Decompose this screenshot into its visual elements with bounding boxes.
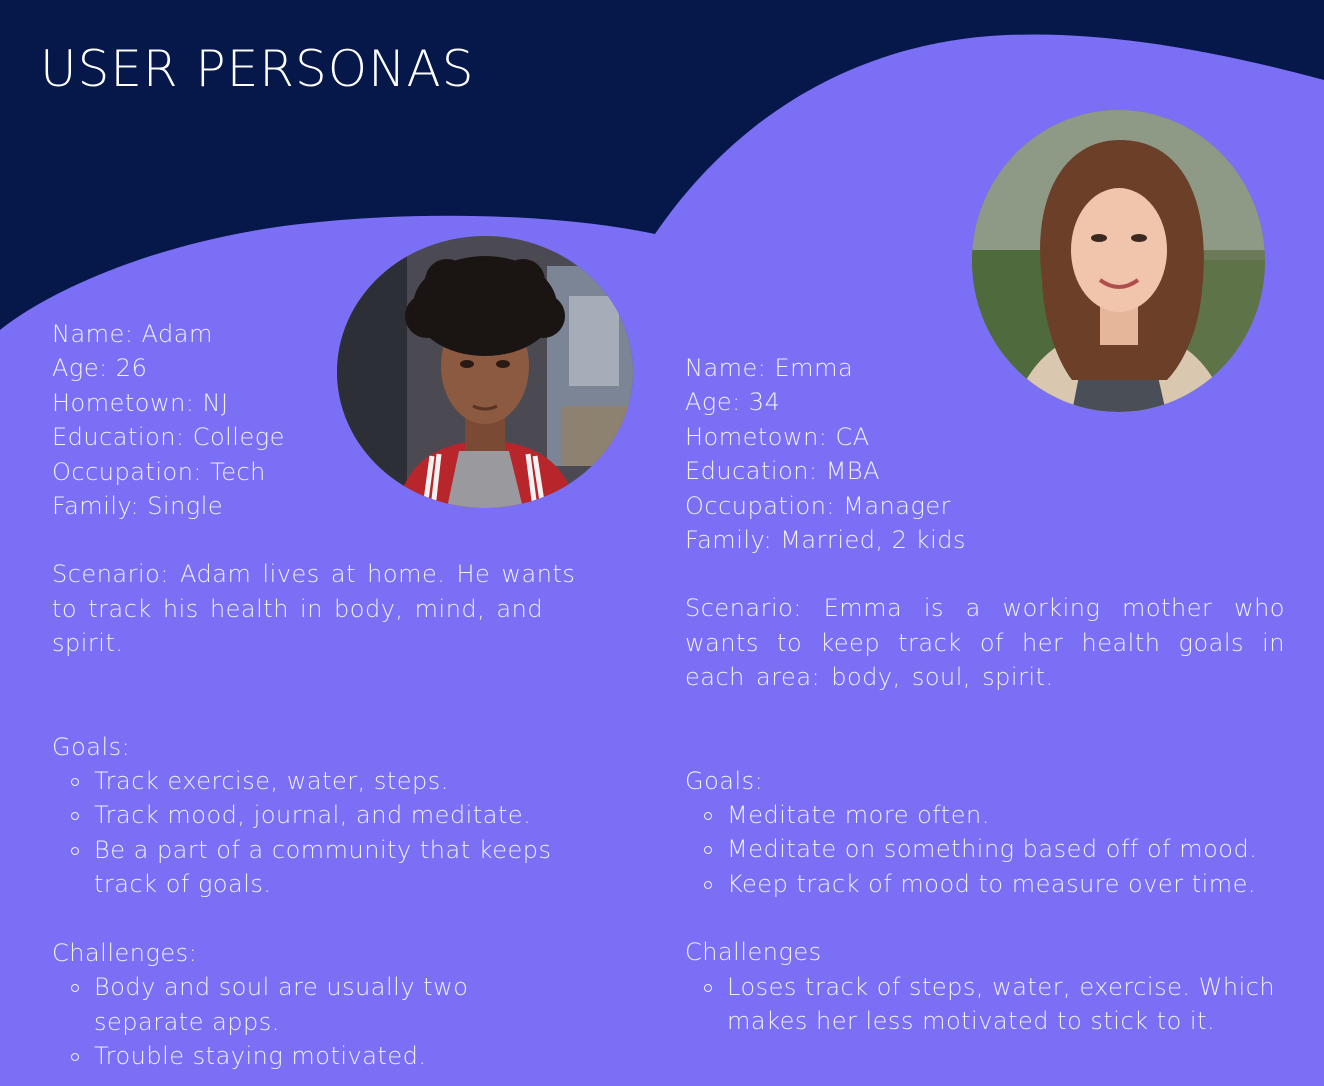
persona-occupation: Occupation: Manager (685, 491, 951, 520)
challenges-heading: Challenges: (52, 938, 198, 967)
list-item: Trouble staying motivated. (71, 1039, 582, 1073)
list-item: Be a part of a community that keeps trac… (71, 833, 582, 902)
list-item: Track exercise, water, steps. (71, 764, 582, 798)
goals-list: Meditate more often. Meditate on somethi… (685, 798, 1285, 901)
persona-age: Age: 34 (685, 388, 781, 417)
persona-hometown: Hometown: NJ (52, 388, 229, 417)
challenges-list: Loses track of steps, water, exercise. W… (685, 970, 1285, 1039)
challenges-heading: Challenges (685, 938, 822, 967)
goals-heading: Goals: (52, 732, 131, 761)
list-item: Meditate more often. (704, 798, 1285, 832)
goals-heading: Goals: (685, 766, 764, 795)
persona-family: Family: Single (52, 492, 224, 521)
persona-emma: Name: Emma Age: 34 Hometown: CA Educatio… (685, 351, 1285, 1039)
list-item: Track mood, journal, and meditate. (71, 798, 582, 832)
persona-education: Education: MBA (685, 457, 881, 486)
persona-family: Family: Married, 2 kids (685, 526, 966, 555)
persona-name: Name: Adam (52, 320, 213, 348)
persona-education: Education: College (52, 423, 285, 452)
persona-name: Name: Emma (685, 354, 854, 382)
goals-list: Track exercise, water, steps. Track mood… (52, 764, 582, 902)
list-item: Body and soul are usually two separate a… (71, 970, 524, 1039)
persona-scenario: Scenario: Emma is a working mother who w… (685, 594, 1285, 692)
list-item: Loses track of steps, water, exercise. W… (704, 970, 1285, 1039)
challenges-list: Body and soul are usually two separate a… (52, 970, 582, 1073)
persona-adam: Name: Adam Age: 26 Hometown: NJ Educatio… (52, 317, 582, 1073)
persona-hometown: Hometown: CA (685, 422, 870, 451)
persona-occupation: Occupation: Tech (52, 457, 266, 486)
list-item: Keep track of mood to measure over time. (704, 867, 1285, 901)
page-title: USER PERSONAS (40, 40, 475, 98)
list-item: Meditate on something based off of mood. (704, 832, 1285, 866)
persona-age: Age: 26 (52, 354, 148, 383)
persona-scenario: Scenario: Adam lives at home. He wants t… (52, 560, 576, 658)
